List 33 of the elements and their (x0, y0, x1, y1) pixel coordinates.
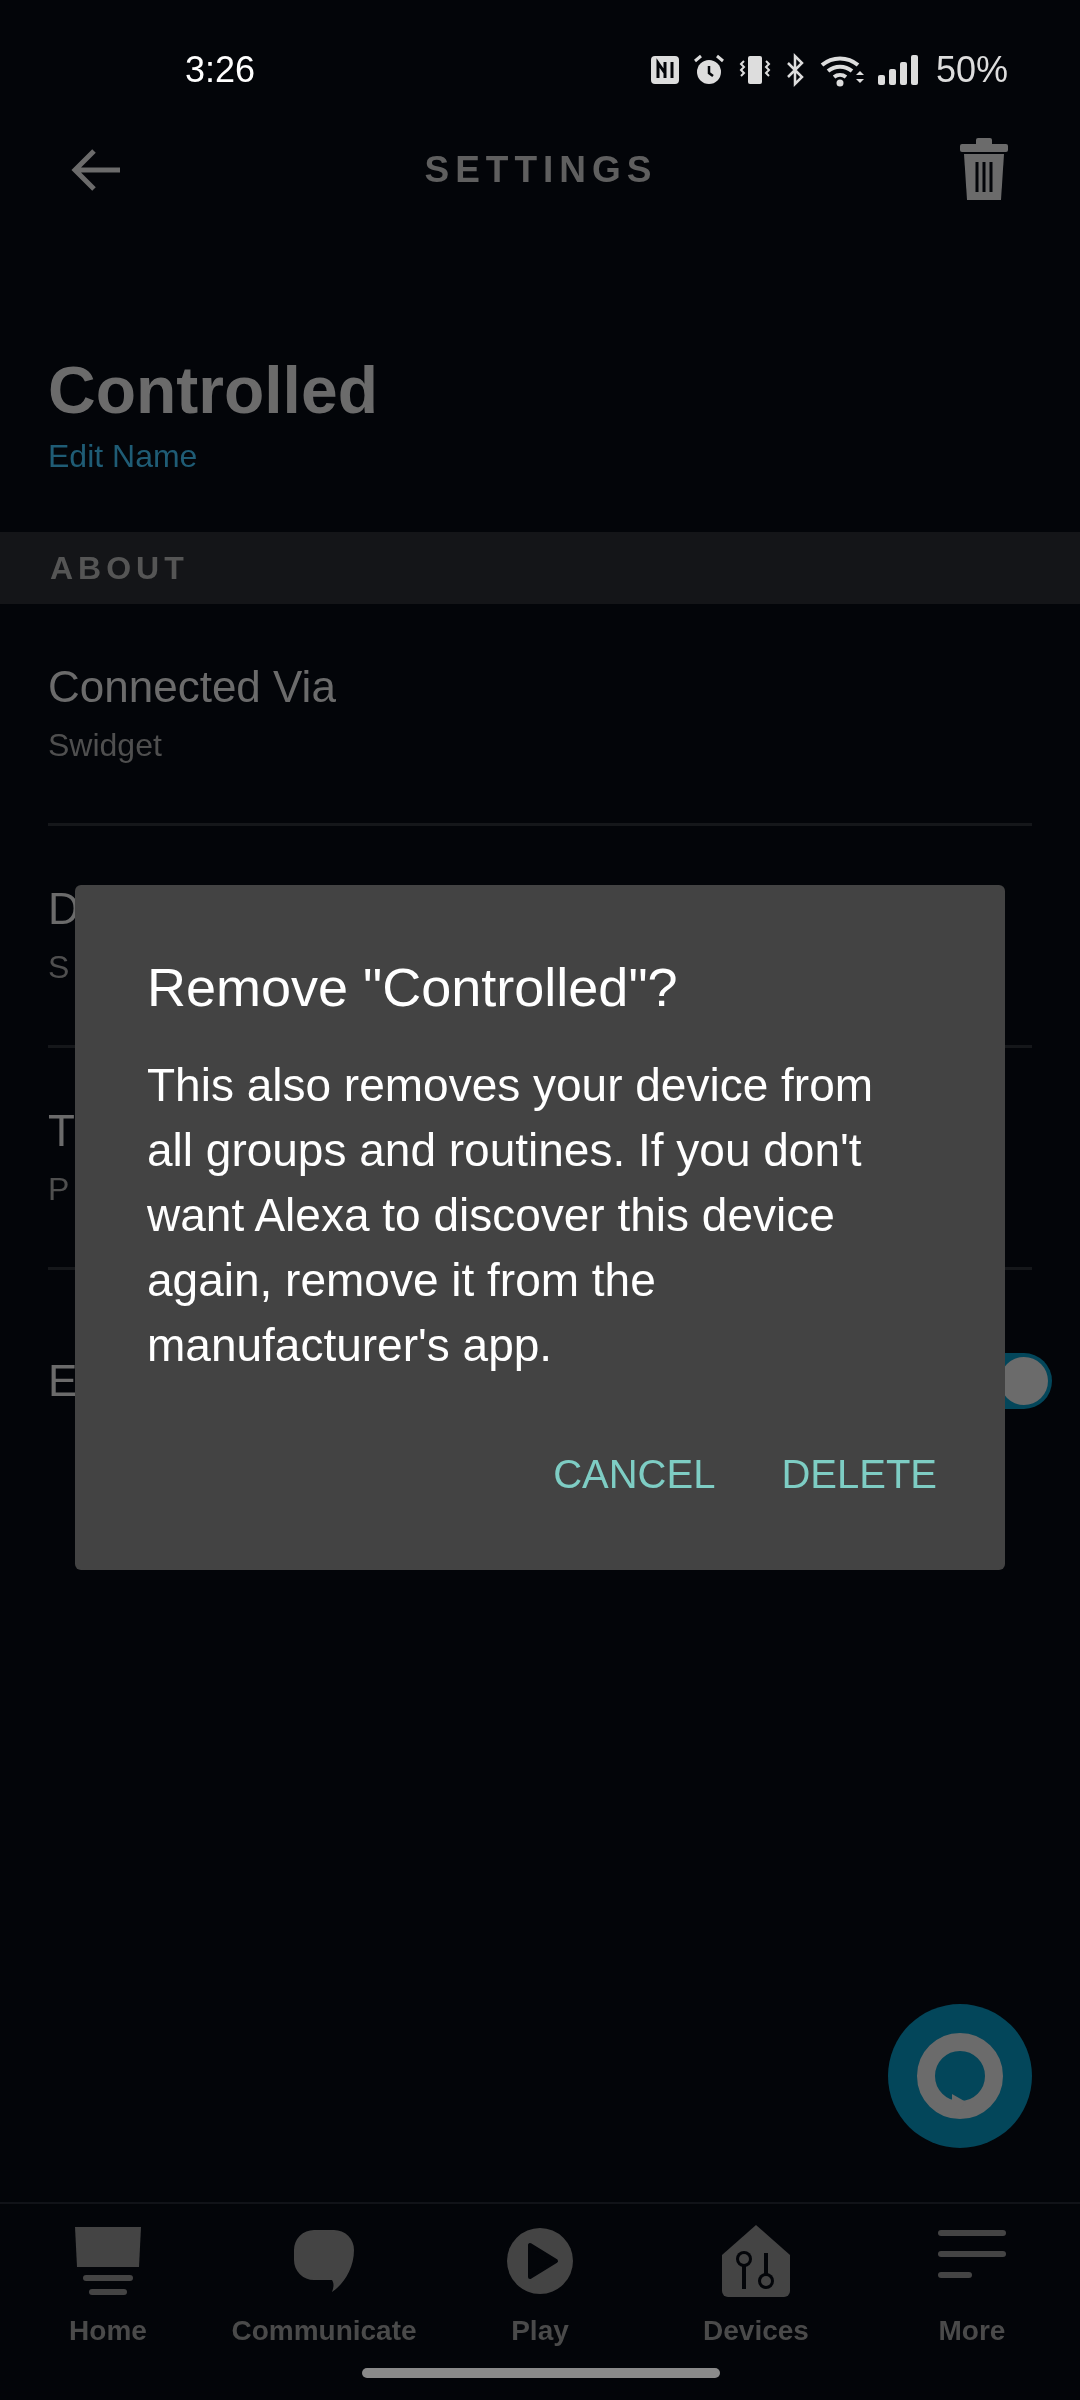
back-icon[interactable] (70, 147, 122, 193)
alarm-icon (691, 53, 726, 87)
battery-percentage: 50% (935, 48, 1008, 92)
wifi-icon (819, 53, 864, 87)
play-icon (506, 2227, 574, 2295)
screen-title: SETTINGS (424, 148, 658, 193)
nav-tab[interactable]: Devices (648, 2222, 864, 2352)
device-name: Controlled (48, 352, 378, 429)
nav-tab[interactable]: Home (0, 2222, 216, 2352)
smart-home-icon (722, 2225, 790, 2297)
dialog-button[interactable]: DELETE (781, 1434, 937, 1514)
setting-title: Connected Via (48, 660, 336, 713)
dialog-message: This also removes your device from all groups and routines. If you don't want Alexa to discover this device again, remove it from the manufacturer's app. (147, 1058, 875, 1373)
setting-title: T (48, 1104, 75, 1157)
setting-subtitle: P (48, 1169, 70, 1209)
signal-icon (875, 53, 920, 87)
edit-name-link[interactable]: Edit Name (48, 432, 198, 480)
home-icon (73, 2225, 143, 2297)
status-time: 3:26 (185, 48, 256, 92)
setting-subtitle: S (48, 947, 70, 987)
nav-tab[interactable]: More (864, 2222, 1080, 2352)
setting-subtitle: Swidget (48, 725, 162, 765)
delete-icon[interactable] (960, 138, 1008, 202)
speech-ring-icon (916, 2032, 1004, 2120)
dialog-title: Remove "Controlled"? (147, 956, 679, 1019)
nfc-icon (649, 54, 680, 86)
vibrate-icon (737, 53, 772, 87)
setting-title: E (48, 1355, 78, 1407)
nav-tab[interactable]: Play (432, 2222, 648, 2352)
speech-bubble-icon (292, 2228, 356, 2294)
nav-tab[interactable]: Communicate (216, 2222, 432, 2352)
dialog-button[interactable]: CANCEL (553, 1434, 716, 1514)
section-title: ABOUT (50, 549, 189, 588)
